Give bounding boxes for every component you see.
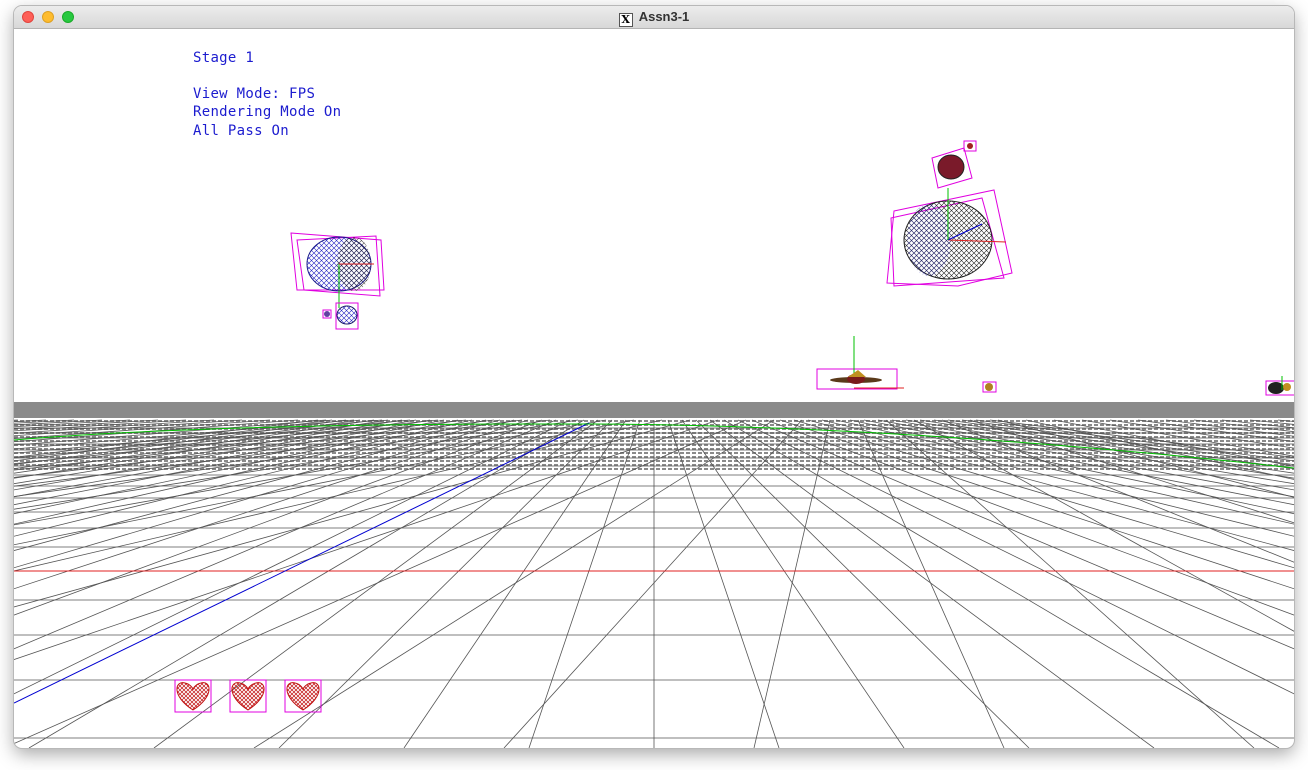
planet-black [886,188,1013,287]
rendering-mode-label: Rendering Mode On [193,104,342,120]
opengl-viewport[interactable]: Stage 1 View Mode: FPS Rendering Mode On… [14,28,1294,748]
spaceship [816,336,904,390]
stage-label: Stage 1 [193,50,255,66]
view-mode-label: View Mode: FPS [193,86,316,102]
window-title: Assn3-1 [638,9,690,24]
app-window: X Assn3-1 Stage 1 View Mode: FPS Renderi… [14,6,1294,748]
all-pass-label: All Pass On [193,123,290,139]
title-bar[interactable]: X Assn3-1 [14,6,1294,29]
planet-blue [290,232,385,308]
distant-object-1 [982,381,997,393]
lives-indicator [174,679,322,713]
x11-app-icon: X [618,13,633,27]
moon-black [931,140,977,189]
heart-icon [284,679,322,713]
window-title-area: X Assn3-1 [14,9,1294,27]
heart-icon [174,679,212,713]
moon-blue [322,302,359,330]
horizon-band [14,402,1294,418]
heart-icon [229,679,267,713]
distant-object-2 [1265,376,1294,396]
